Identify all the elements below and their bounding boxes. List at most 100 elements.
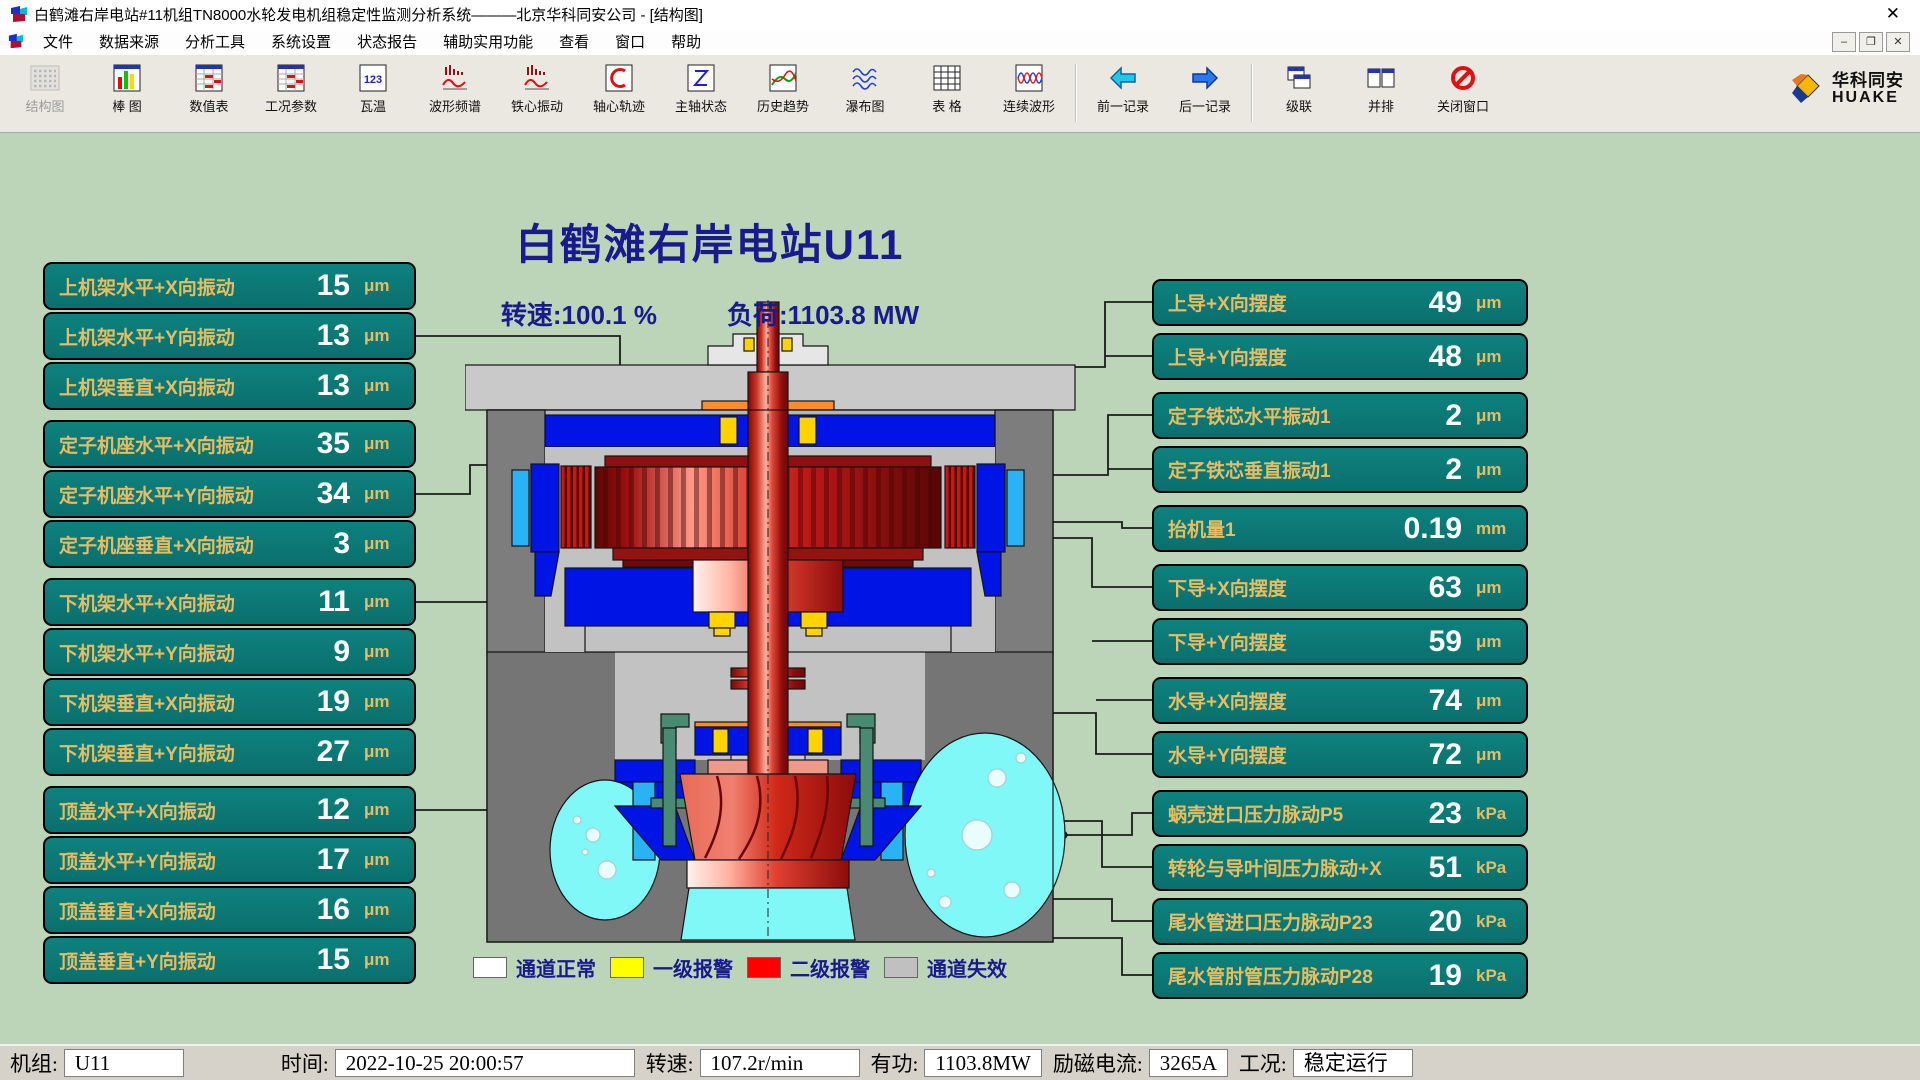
menu-item-3[interactable]: 分析工具 xyxy=(172,27,258,56)
measurement-panel[interactable]: 下导+X向摆度63μm xyxy=(1152,564,1528,611)
status-value-6: 稳定运行 xyxy=(1293,1049,1413,1077)
right-measurement-column: 上导+X向摆度49μm 上导+Y向摆度48μm 定子铁芯水平振动12μm 定子铁芯垂直… xyxy=(1152,279,1528,1011)
left-measurement-column: 上机架水平+X向振动15μm上机架水平+Y向振动13μm上机架垂直+X向振动13… xyxy=(43,262,416,994)
menu-item-7[interactable]: 查看 xyxy=(546,27,602,56)
measurement-value: 3 xyxy=(333,527,350,561)
status-value-2: 2022-10-25 20:00:57 xyxy=(335,1049,635,1077)
left-panel-group-1: 上机架水平+X向振动15μm上机架水平+Y向振动13μm上机架垂直+X向振动13… xyxy=(43,262,416,410)
toolbar-button-15[interactable]: 前一记录 xyxy=(1082,62,1164,115)
measurement-value: 15 xyxy=(317,269,350,303)
toolbar-button-18[interactable]: 级联 xyxy=(1258,62,1340,115)
measurement-panel[interactable]: 下机架水平+Y向振动9μm xyxy=(43,628,416,676)
measurement-panel[interactable]: 下机架垂直+X向振动19μm xyxy=(43,678,416,726)
measurement-label: 上机架水平+Y向振动 xyxy=(59,323,317,350)
measurement-unit: μm xyxy=(364,692,404,712)
measurement-value: 9 xyxy=(333,635,350,669)
measurement-panel[interactable]: 转轮与导叶间压力脉动+X51kPa xyxy=(1152,844,1528,891)
toolbar-button-12[interactable]: 表 格 xyxy=(906,62,988,115)
measurement-value: 0.19 xyxy=(1404,512,1462,546)
menu-items: 文件数据来源分析工具系统设置状态报告辅助实用功能查看窗口帮助 xyxy=(30,27,714,56)
measurement-panel[interactable]: 定子机座水平+X向振动35μm xyxy=(43,420,416,468)
close-window-icon xyxy=(1445,62,1481,94)
status-value-3: 107.2r/min xyxy=(700,1049,860,1077)
measurement-panel[interactable]: 上机架垂直+X向振动13μm xyxy=(43,362,416,410)
measurement-panel[interactable]: 抬机量10.19mm xyxy=(1152,505,1528,552)
toolbar-button-20[interactable]: 关闭窗口 xyxy=(1422,62,1504,115)
measurement-panel[interactable]: 下导+Y向摆度59μm xyxy=(1152,618,1528,665)
measurement-unit: μm xyxy=(364,742,404,762)
close-child-button[interactable]: ✕ xyxy=(1886,32,1910,52)
toolbar-button-label: 前一记录 xyxy=(1097,96,1149,115)
status-bar: 机组:U11时间:2022-10-25 20:00:57转速:107.2r/mi… xyxy=(0,1044,1920,1080)
measurement-panel[interactable]: 上机架水平+X向振动15μm xyxy=(43,262,416,310)
measurement-panel[interactable]: 尾水管进口压力脉动P2320kPa xyxy=(1152,898,1528,945)
toolbar-button-19[interactable]: 并排 xyxy=(1340,62,1422,115)
measurement-label: 定子铁芯水平振动1 xyxy=(1168,402,1445,429)
toolbar-button-10[interactable]: 历史趋势 xyxy=(742,62,824,115)
menu-item-8[interactable]: 窗口 xyxy=(602,27,658,56)
measurement-panel[interactable]: 定子机座水平+Y向振动34μm xyxy=(43,470,416,518)
measurement-panel[interactable]: 定子机座垂直+X向振动3μm xyxy=(43,520,416,568)
measurement-panel[interactable]: 上导+Y向摆度48μm xyxy=(1152,333,1528,380)
measurement-panel[interactable]: 下机架水平+X向振动11μm xyxy=(43,578,416,626)
toolbar-button-5[interactable]: 123瓦温 xyxy=(332,62,414,115)
toolbar-button-label: 工况参数 xyxy=(265,96,317,115)
measurement-panel[interactable]: 下机架垂直+Y向振动27μm xyxy=(43,728,416,776)
measurement-panel[interactable]: 定子铁芯水平振动12μm xyxy=(1152,392,1528,439)
legend-swatch xyxy=(747,957,781,978)
measurement-label: 水导+X向摆度 xyxy=(1168,687,1429,714)
toolbar-button-6[interactable]: 波形频谱 xyxy=(414,62,496,115)
measurement-label: 下机架垂直+X向振动 xyxy=(59,689,317,716)
measurement-panel[interactable]: 上导+X向摆度49μm xyxy=(1152,279,1528,326)
toolbar-button-label: 铁心振动 xyxy=(511,96,563,115)
toolbar-button-label: 瀑布图 xyxy=(845,96,884,115)
legend-item-4: 通道失效 xyxy=(884,953,1007,982)
toolbar-button-7[interactable]: 铁心振动 xyxy=(496,62,578,115)
restore-button[interactable]: ❐ xyxy=(1859,32,1883,52)
measurement-panel[interactable]: 上机架水平+Y向振动13μm xyxy=(43,312,416,360)
left-panel-group-4: 顶盖水平+X向振动12μm顶盖水平+Y向振动17μm顶盖垂直+X向振动16μm顶… xyxy=(43,786,416,984)
measurement-panel[interactable]: 顶盖垂直+X向振动16μm xyxy=(43,886,416,934)
menu-item-1[interactable]: 文件 xyxy=(30,27,86,56)
toolbar-button-9[interactable]: 主轴状态 xyxy=(660,62,742,115)
toolbar-button-8[interactable]: 轴心轨迹 xyxy=(578,62,660,115)
toolbar-button-2[interactable]: 棒 图 xyxy=(86,62,168,115)
orbit-icon xyxy=(601,62,637,94)
toolbar-button-label: 主轴状态 xyxy=(675,96,727,115)
measurement-panel[interactable]: 定子铁芯垂直振动12μm xyxy=(1152,446,1528,493)
measurement-label: 顶盖水平+X向振动 xyxy=(59,797,317,824)
measurement-panel[interactable]: 蜗壳进口压力脉动P523kPa xyxy=(1152,790,1528,837)
spectrum-icon xyxy=(437,62,473,94)
toolbar-button-11[interactable]: 瀑布图 xyxy=(824,62,906,115)
window-close-button[interactable]: ✕ xyxy=(1876,4,1910,24)
menu-item-5[interactable]: 状态报告 xyxy=(344,27,430,56)
toolbar-button-label: 历史趋势 xyxy=(757,96,809,115)
measurement-value: 16 xyxy=(317,893,350,927)
measurement-unit: μm xyxy=(364,900,404,920)
measurement-label: 下导+X向摆度 xyxy=(1168,574,1429,601)
measurement-panel[interactable]: 顶盖水平+Y向振动17μm xyxy=(43,836,416,884)
measurement-panel[interactable]: 水导+Y向摆度72μm xyxy=(1152,731,1528,778)
app-icon xyxy=(10,5,28,23)
measurement-value: 51 xyxy=(1429,851,1462,885)
page-title: 白鹤滩右岸电站U11 xyxy=(300,211,1120,272)
measurement-panel[interactable]: 水导+X向摆度74μm xyxy=(1152,677,1528,724)
menu-item-4[interactable]: 系统设置 xyxy=(258,27,344,56)
toolbar-button-3[interactable]: 数值表 xyxy=(168,62,250,115)
minimize-button[interactable]: – xyxy=(1832,32,1856,52)
toolbar-separator xyxy=(1251,64,1253,122)
measurement-panel[interactable]: 顶盖垂直+Y向振动15μm xyxy=(43,936,416,984)
legend-label: 一级报警 xyxy=(653,953,733,982)
menu-item-6[interactable]: 辅助实用功能 xyxy=(430,27,546,56)
toolbar-button-13[interactable]: 连续波形 xyxy=(988,62,1070,115)
measurement-value: 59 xyxy=(1429,625,1462,659)
menu-item-9[interactable]: 帮助 xyxy=(658,27,714,56)
measurement-panel[interactable]: 顶盖水平+X向振动12μm xyxy=(43,786,416,834)
toolbar-button-16[interactable]: 后一记录 xyxy=(1164,62,1246,115)
huake-logo: 华科同安HUAKE xyxy=(1791,72,1904,107)
toolbar-button-4[interactable]: 工况参数 xyxy=(250,62,332,115)
huake-logo-text-en: HUAKE xyxy=(1832,90,1904,107)
measurement-panel[interactable]: 尾水管肘管压力脉动P2819kPa xyxy=(1152,952,1528,999)
measurement-label: 顶盖垂直+Y向振动 xyxy=(59,947,317,974)
menu-item-2[interactable]: 数据来源 xyxy=(86,27,172,56)
